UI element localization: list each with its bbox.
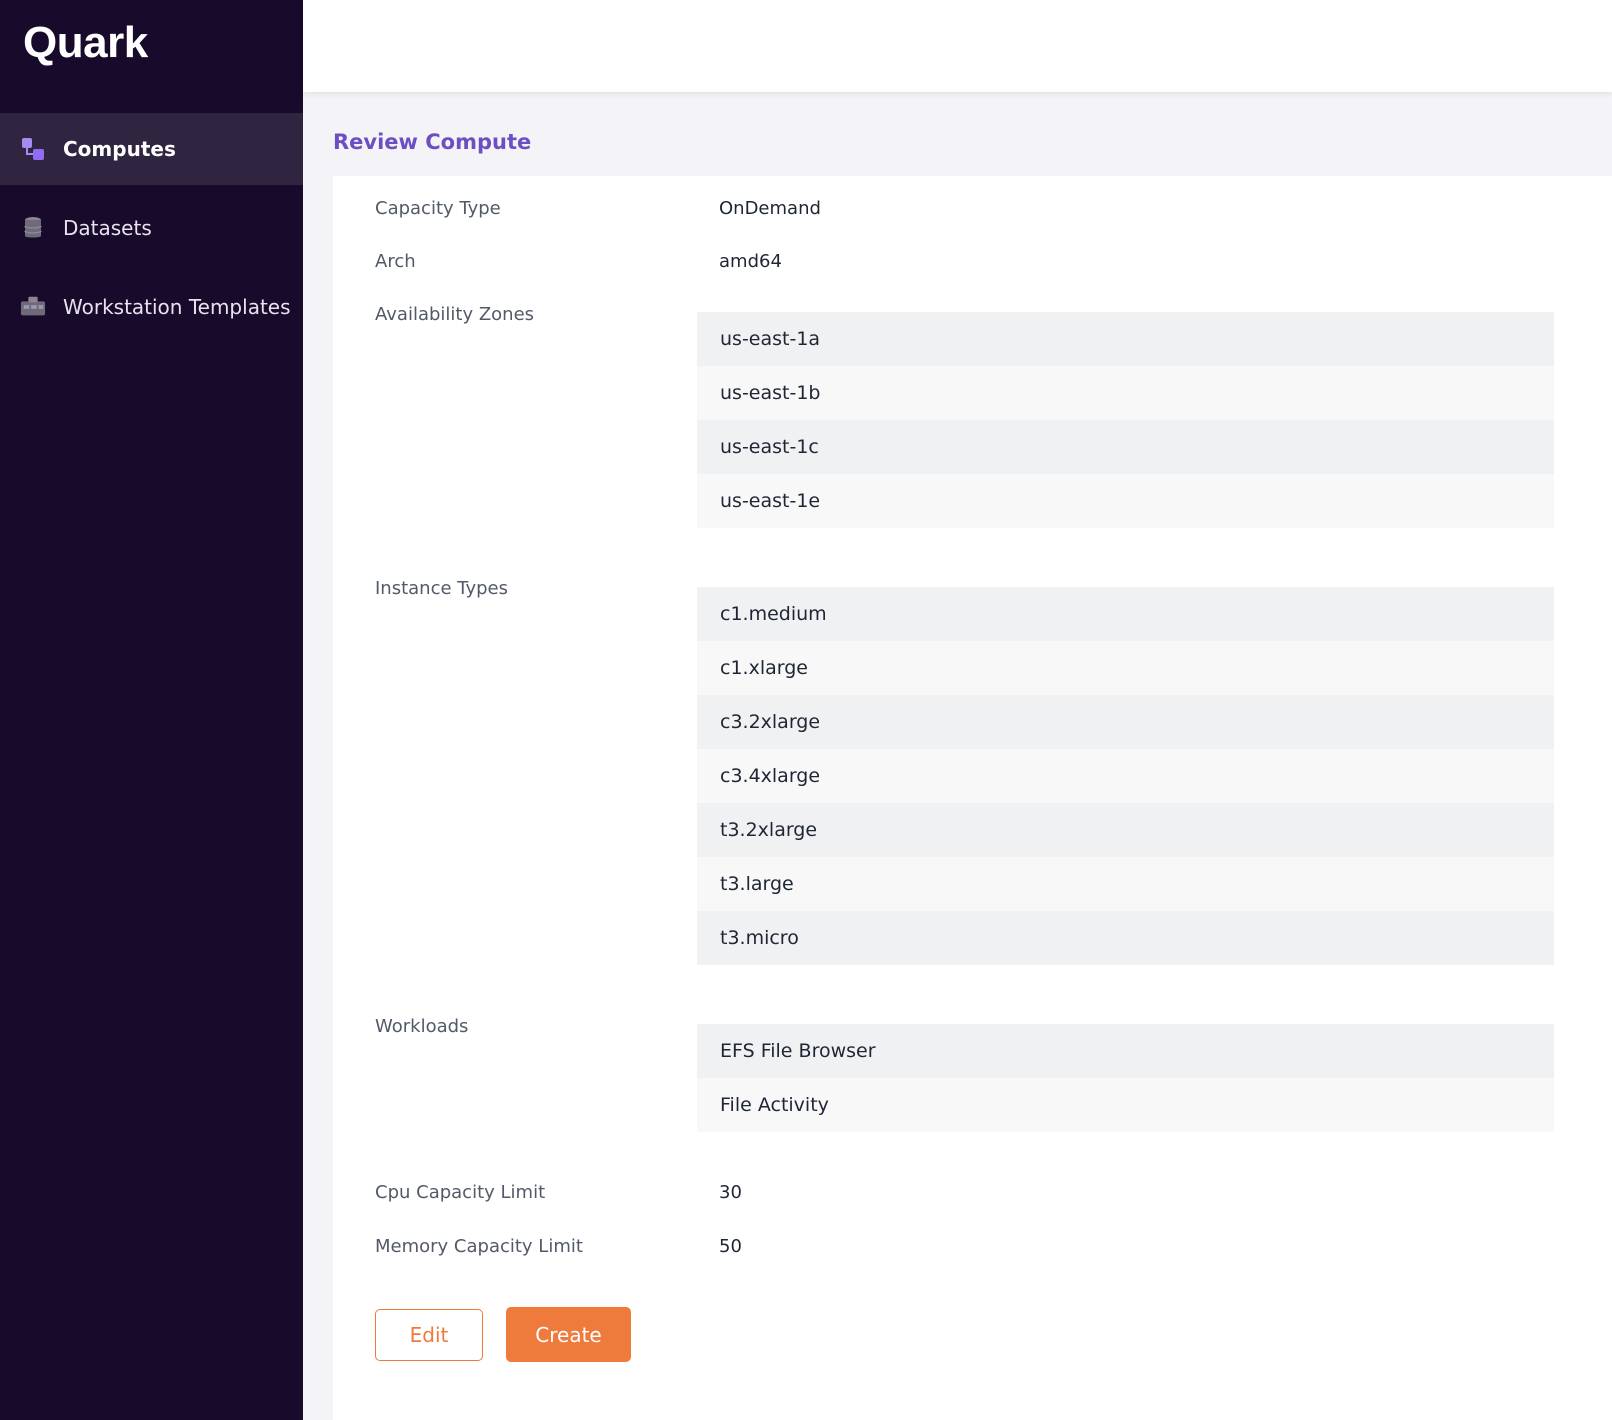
availability-zones-list: us-east-1a us-east-1b us-east-1c us-east… [697,312,1554,528]
list-item: t3.2xlarge [697,803,1554,857]
list-item: t3.large [697,857,1554,911]
availability-zones-label: Availability Zones [375,304,535,325]
sidebar-item-label: Datasets [63,216,152,240]
workloads-label: Workloads [375,1016,469,1037]
top-header-bar [303,0,1612,92]
arch-value: amd64 [719,251,782,272]
sidebar-item-workstation-templates[interactable]: Workstation Templates [0,271,303,343]
list-item: EFS File Browser [697,1024,1554,1078]
app-logo[interactable]: Quark [23,18,148,68]
sidebar-item-datasets[interactable]: Datasets [0,192,303,264]
sidebar-item-computes[interactable]: Computes [0,113,303,185]
arch-label: Arch [375,251,416,272]
instance-types-label: Instance Types [375,578,509,599]
cpu-capacity-limit-label: Cpu Capacity Limit [375,1182,546,1203]
sidebar-item-label: Computes [63,137,176,161]
list-item: c3.2xlarge [697,695,1554,749]
memory-capacity-limit-label: Memory Capacity Limit [375,1236,583,1257]
instance-types-list: c1.medium c1.xlarge c3.2xlarge c3.4xlarg… [697,587,1554,965]
edit-button[interactable]: Edit [375,1309,483,1361]
list-item: us-east-1e [697,474,1554,528]
list-item: t3.micro [697,911,1554,965]
list-item: c1.xlarge [697,641,1554,695]
workstation-templates-icon [20,294,46,320]
list-item: us-east-1b [697,366,1554,420]
capacity-type-value: OnDemand [719,198,821,219]
capacity-type-label: Capacity Type [375,198,501,219]
list-item: File Activity [697,1078,1554,1132]
list-item: c1.medium [697,587,1554,641]
list-item: us-east-1c [697,420,1554,474]
sidebar: Quark Computes Datasets Workstation Temp… [0,0,303,1420]
memory-capacity-limit-value: 50 [719,1236,742,1257]
list-item: us-east-1a [697,312,1554,366]
database-icon [20,215,46,241]
computes-icon [20,136,46,162]
list-item: c3.4xlarge [697,749,1554,803]
workloads-list: EFS File Browser File Activity [697,1024,1554,1132]
sidebar-item-label: Workstation Templates [63,295,291,319]
cpu-capacity-limit-value: 30 [719,1182,742,1203]
page-title: Review Compute [333,130,532,154]
create-button[interactable]: Create [506,1307,631,1362]
